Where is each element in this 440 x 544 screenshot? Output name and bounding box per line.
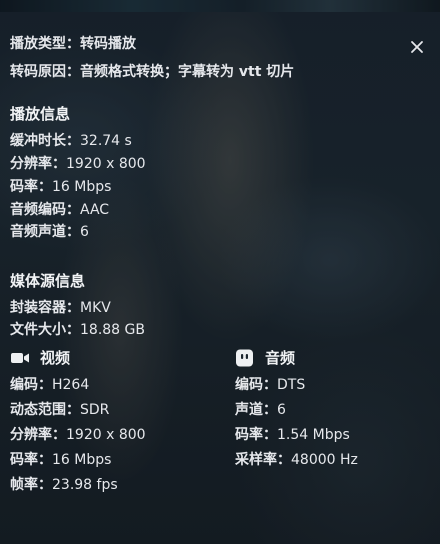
media-source-row-label: 文件大小：: [10, 322, 80, 338]
audio-row-label: 码率：: [235, 427, 277, 443]
play-type-row: 播放类型：转码播放: [10, 35, 136, 53]
close-icon: [411, 41, 423, 53]
transcode-reason-row: 转码原因：音频格式转换；字幕转为 vtt 切片: [10, 63, 294, 81]
video-row-label: 编码：: [10, 377, 52, 393]
audio-row: 声道：6: [235, 401, 286, 419]
video-row-value: H264: [52, 377, 90, 393]
playback-row: 码率：16 Mbps: [10, 178, 111, 196]
media-source-row-value: MKV: [80, 300, 111, 316]
playback-row-value: AAC: [80, 202, 110, 218]
video-row-label: 码率：: [10, 452, 52, 468]
playback-info-heading: 播放信息: [10, 105, 71, 123]
playback-info-panel: 播放类型：转码播放 转码原因：音频格式转换；字幕转为 vtt 切片 播放信息 缓…: [0, 0, 440, 544]
video-row-label: 帧率：: [10, 477, 52, 493]
play-type-value: 转码播放: [80, 36, 136, 52]
playback-row-value: 6: [80, 224, 89, 240]
audio-section-heading: 音频: [235, 347, 295, 368]
video-row: 编码：H264: [10, 376, 89, 394]
audio-row: 编码：DTS: [235, 376, 305, 394]
media-source-row: 封装容器：MKV: [10, 299, 111, 317]
playback-row: 缓冲时长：32.74 s: [10, 132, 132, 150]
video-row: 帧率：23.98 fps: [10, 476, 118, 494]
video-row-value: SDR: [80, 402, 110, 418]
playback-row-value: 32.74 s: [80, 133, 132, 149]
media-source-heading: 媒体源信息: [10, 272, 86, 290]
video-section-heading: 视频: [10, 347, 70, 368]
transcode-reason-label: 转码原因：: [10, 64, 80, 80]
playback-row-value: 16 Mbps: [52, 179, 112, 195]
audio-row-label: 采样率：: [235, 452, 291, 468]
video-row-value: 1920 x 800: [66, 427, 146, 443]
audio-row-value: 6: [277, 402, 286, 418]
audio-row-value: DTS: [277, 377, 306, 393]
video-camera-icon: [10, 349, 30, 367]
video-row-value: 16 Mbps: [52, 452, 112, 468]
playback-row-label: 码率：: [10, 179, 52, 195]
audio-row-label: 声道：: [235, 402, 277, 418]
audio-row: 码率：1.54 Mbps: [235, 426, 350, 444]
play-type-label: 播放类型：: [10, 36, 80, 52]
playback-row: 音频声道：6: [10, 223, 89, 241]
audio-section-title: 音频: [265, 349, 296, 367]
media-source-row-value: 18.88 GB: [80, 322, 145, 338]
audio-icon: [235, 349, 255, 367]
playback-row: 音频编码：AAC: [10, 201, 109, 219]
video-section-title: 视频: [40, 349, 71, 367]
media-source-row-label: 封装容器：: [10, 300, 80, 316]
video-row: 码率：16 Mbps: [10, 451, 111, 469]
video-row-label: 动态范围：: [10, 402, 80, 418]
video-row-value: 23.98 fps: [52, 477, 118, 493]
audio-row-value: 48000 Hz: [291, 452, 358, 468]
audio-row: 采样率：48000 Hz: [235, 451, 358, 469]
playback-row-label: 缓冲时长：: [10, 133, 80, 149]
transcode-reason-value: 音频格式转换；字幕转为 vtt 切片: [80, 64, 295, 80]
playback-row-label: 音频声道：: [10, 224, 80, 240]
audio-row-label: 编码：: [235, 377, 277, 393]
audio-row-value: 1.54 Mbps: [277, 427, 350, 443]
video-row: 动态范围：SDR: [10, 401, 109, 419]
close-button[interactable]: [406, 36, 428, 58]
playback-row-label: 音频编码：: [10, 202, 80, 218]
video-row: 分辨率：1920 x 800: [10, 426, 146, 444]
playback-row: 分辨率：1920 x 800: [10, 155, 146, 173]
video-row-label: 分辨率：: [10, 427, 66, 443]
media-source-row: 文件大小：18.88 GB: [10, 321, 145, 339]
playback-row-value: 1920 x 800: [66, 156, 146, 172]
playback-row-label: 分辨率：: [10, 156, 66, 172]
